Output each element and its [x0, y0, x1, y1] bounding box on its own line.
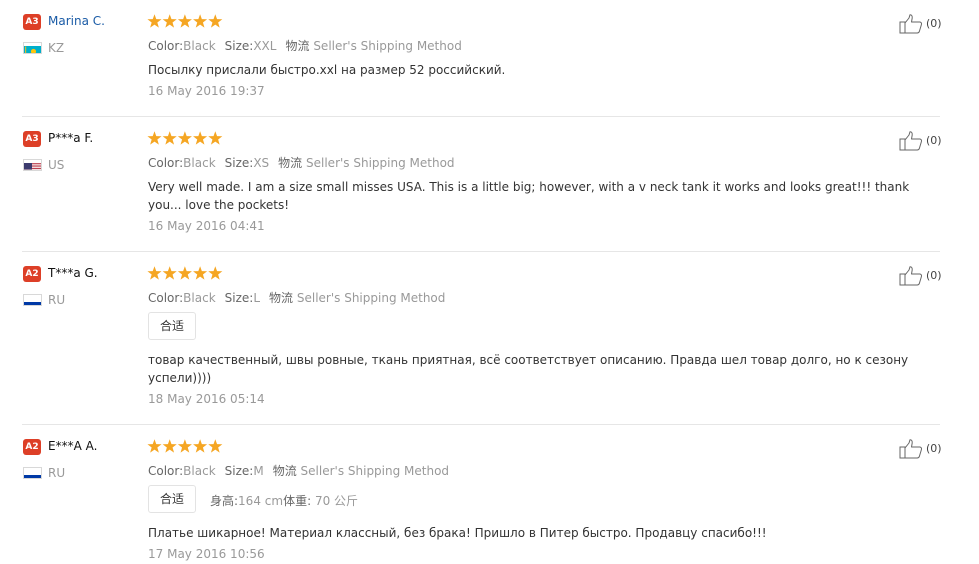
- logistics-label: 物流: [278, 156, 303, 170]
- helpful-count: (0): [926, 17, 942, 30]
- shipping-method: Seller's Shipping Method: [313, 39, 462, 53]
- thumbs-up-icon[interactable]: [899, 131, 923, 151]
- order-attributes: Color:Black Size:M 物流 Seller's Shipping Me…: [148, 462, 449, 479]
- size-value: L: [253, 291, 261, 305]
- helpful-count: (0): [926, 269, 942, 282]
- color-value: Black: [183, 464, 216, 478]
- star-icon: [162, 131, 177, 145]
- star-rating: [147, 131, 223, 146]
- logistics-label: 物流: [269, 291, 294, 305]
- fit-tag: 合适: [148, 312, 197, 340]
- size-value: M: [253, 464, 264, 478]
- reviewer-country: RU: [48, 293, 66, 307]
- buyer-level-badge: A3: [23, 14, 41, 30]
- shipping-method: Seller's Shipping Method: [306, 156, 455, 170]
- helpful-count: (0): [926, 134, 942, 147]
- size-label: Size:: [224, 464, 254, 478]
- reviewer-name[interactable]: T***a G.: [48, 266, 98, 280]
- star-icon: [177, 439, 192, 453]
- star-icon: [193, 266, 208, 280]
- thumbs-up-icon[interactable]: [899, 439, 923, 459]
- color-label: Color:: [148, 156, 184, 170]
- review-text: товар качественный, швы ровные, ткань пр…: [148, 353, 909, 385]
- logistics-label: 物流: [272, 464, 297, 478]
- review-divider: [22, 116, 940, 117]
- size-label: Size:: [224, 156, 254, 170]
- size-value: XS: [253, 156, 270, 170]
- star-icon: [193, 131, 208, 145]
- size-label: Size:: [224, 39, 254, 53]
- body-measurements: 身高:164 cm体重: 70 公斤: [210, 492, 358, 509]
- reviewer-name[interactable]: P***a F.: [48, 131, 93, 145]
- color-label: Color:: [148, 464, 184, 478]
- star-icon: [162, 266, 177, 280]
- height-label: 身高:: [210, 494, 239, 508]
- star-icon: [177, 266, 192, 280]
- star-icon: [193, 439, 208, 453]
- review-date: 17 May 2016 10:56: [148, 547, 265, 561]
- helpful-button[interactable]: (0): [899, 131, 959, 151]
- review-divider: [22, 424, 940, 425]
- weight-value: 70 公斤: [314, 494, 359, 508]
- star-icon: [147, 266, 162, 280]
- star-icon: [162, 439, 177, 453]
- helpful-button[interactable]: (0): [899, 439, 959, 459]
- helpful-button[interactable]: (0): [899, 14, 959, 34]
- color-value: Black: [183, 291, 216, 305]
- review-text: Посылку прислали быстро.xxl на размер 52…: [148, 63, 506, 77]
- star-icon: [147, 131, 162, 145]
- star-icon: [177, 14, 192, 28]
- reviewer-country: US: [48, 158, 65, 172]
- buyer-level-badge: A3: [23, 131, 41, 147]
- reviewer-name[interactable]: E***A A.: [48, 439, 97, 453]
- star-rating: [147, 266, 223, 281]
- star-icon: [208, 131, 223, 145]
- reviewer-country: KZ: [48, 41, 65, 55]
- logistics-label: 物流: [285, 39, 310, 53]
- flag-icon: [23, 467, 42, 479]
- size-label: Size:: [224, 291, 254, 305]
- buyer-level-badge: A2: [23, 266, 41, 282]
- helpful-button[interactable]: (0): [899, 266, 959, 286]
- flag-icon: [23, 159, 42, 171]
- order-attributes: Color:Black Size:XXL 物流 Seller's Shipping …: [148, 37, 462, 54]
- shipping-method: Seller's Shipping Method: [296, 291, 446, 305]
- thumbs-up-icon[interactable]: [899, 266, 923, 286]
- color-label: Color:: [148, 291, 184, 305]
- thumbs-up-icon[interactable]: [899, 14, 923, 34]
- review-text: Платье шикарное! Материал классный, без …: [148, 526, 767, 540]
- buyer-level-badge: A2: [23, 439, 41, 455]
- star-icon: [208, 266, 223, 280]
- color-value: Black: [183, 156, 216, 170]
- flag-icon: [23, 42, 42, 54]
- flag-icon: [23, 294, 42, 306]
- order-attributes: Color:Black Size:L 物流 Seller's Shipping Me…: [148, 289, 445, 306]
- color-label: Color:: [148, 39, 184, 53]
- order-attributes: Color:Black Size:XS 物流 Seller's Shipping M…: [148, 154, 455, 171]
- review-divider: [22, 251, 940, 252]
- shipping-method: Seller's Shipping Method: [300, 464, 450, 478]
- star-icon: [208, 439, 223, 453]
- fit-tag: 合适: [148, 485, 197, 513]
- color-value: Black: [183, 39, 216, 53]
- star-icon: [208, 14, 223, 28]
- weight-label: 体重:: [283, 494, 312, 508]
- star-icon: [193, 14, 208, 28]
- size-value: XXL: [253, 39, 277, 53]
- star-icon: [147, 439, 162, 453]
- star-rating: [147, 14, 223, 29]
- star-rating: [147, 439, 223, 454]
- reviewer-country: RU: [48, 466, 66, 480]
- reviewer-name[interactable]: Marina C.: [48, 14, 105, 28]
- helpful-count: (0): [926, 442, 942, 455]
- star-icon: [162, 14, 177, 28]
- star-icon: [147, 14, 162, 28]
- review-date: 16 May 2016 19:37: [148, 84, 265, 98]
- star-icon: [177, 131, 192, 145]
- review-date: 16 May 2016 04:41: [148, 219, 265, 233]
- review-date: 18 May 2016 05:14: [148, 392, 265, 406]
- review-text: Very well made. I am a size small misses…: [148, 180, 910, 212]
- height-value: 164 cm: [238, 494, 284, 508]
